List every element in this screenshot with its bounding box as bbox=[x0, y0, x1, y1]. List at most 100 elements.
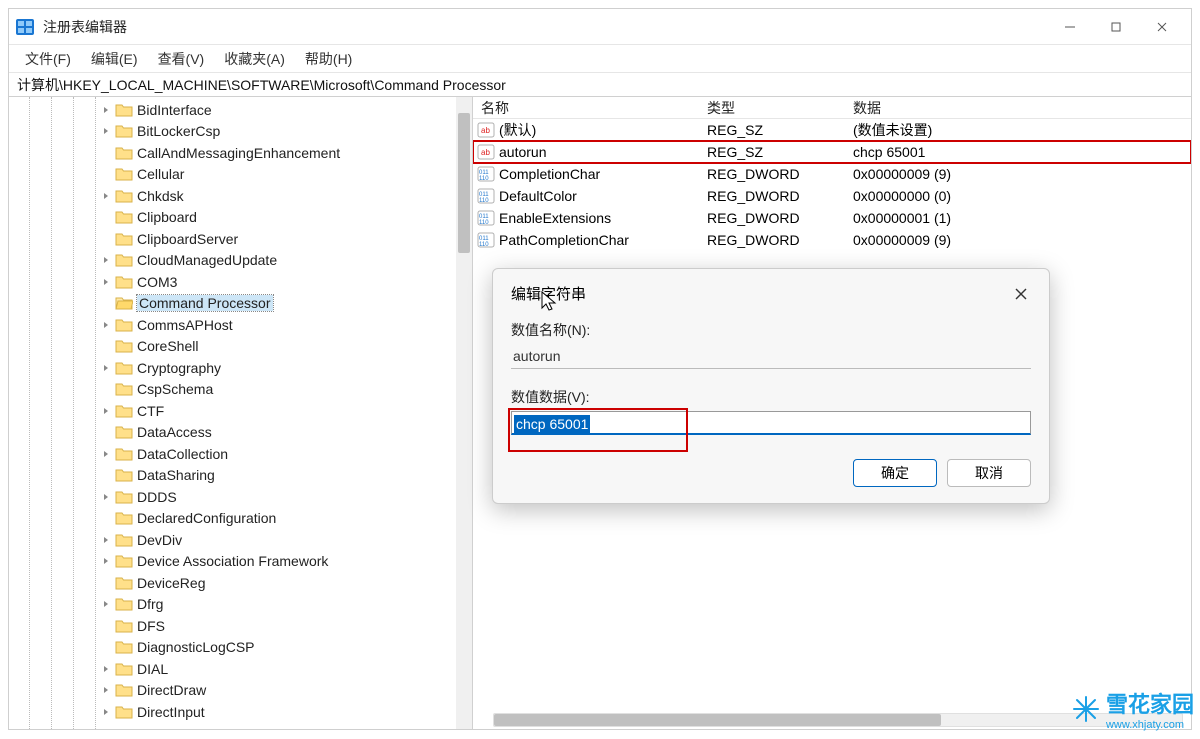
value-row[interactable]: 011110PathCompletionCharREG_DWORD0x00000… bbox=[473, 229, 1191, 251]
tree-node[interactable]: DataSharing bbox=[13, 465, 472, 487]
tree-node[interactable]: CoreShell bbox=[13, 336, 472, 358]
tree-node[interactable]: Clipboard bbox=[13, 207, 472, 229]
tree-node[interactable]: Chkdsk bbox=[13, 185, 472, 207]
value-row[interactable]: 011110DefaultColorREG_DWORD0x00000000 (0… bbox=[473, 185, 1191, 207]
value-data: chcp 65001 bbox=[845, 144, 1191, 160]
watermark-url: www.xhjaty.com bbox=[1106, 719, 1194, 731]
tree-node-label: BidInterface bbox=[137, 102, 212, 118]
folder-icon bbox=[115, 703, 133, 721]
chevron-right-icon[interactable] bbox=[99, 106, 113, 114]
folder-icon bbox=[115, 638, 133, 656]
menu-item-1[interactable]: 编辑(E) bbox=[81, 45, 148, 73]
tree-node[interactable]: DataCollection bbox=[13, 443, 472, 465]
tree-node[interactable]: Device Association Framework bbox=[13, 551, 472, 573]
tree-node[interactable]: Cellular bbox=[13, 164, 472, 186]
tree-node-label: DeclaredConfiguration bbox=[137, 510, 276, 526]
cancel-button[interactable]: 取消 bbox=[947, 459, 1031, 487]
value-name-label: 数值名称(N): bbox=[511, 320, 1031, 340]
tree-node-label: CTF bbox=[137, 403, 164, 419]
tree-node[interactable]: BidInterface bbox=[13, 99, 472, 121]
tree-node[interactable]: DirectDraw bbox=[13, 680, 472, 702]
value-row[interactable]: ab(默认)REG_SZ(数值未设置) bbox=[473, 119, 1191, 141]
chevron-right-icon[interactable] bbox=[99, 686, 113, 694]
chevron-right-icon[interactable] bbox=[99, 536, 113, 544]
watermark-name: 雪花家园 bbox=[1106, 692, 1194, 717]
chevron-right-icon[interactable] bbox=[99, 600, 113, 608]
folder-icon bbox=[115, 445, 133, 463]
chevron-right-icon[interactable] bbox=[99, 450, 113, 458]
tree-node[interactable]: CommsAPHost bbox=[13, 314, 472, 336]
tree-node[interactable]: DeviceReg bbox=[13, 572, 472, 594]
chevron-right-icon[interactable] bbox=[99, 708, 113, 716]
ok-button[interactable]: 确定 bbox=[853, 459, 937, 487]
tree-node[interactable]: CallAndMessagingEnhancement bbox=[13, 142, 472, 164]
tree-node-label: Cellular bbox=[137, 166, 184, 182]
menu-item-0[interactable]: 文件(F) bbox=[15, 45, 81, 73]
close-button[interactable] bbox=[1139, 9, 1185, 45]
col-name[interactable]: 名称 bbox=[473, 98, 699, 118]
titlebar[interactable]: 注册表编辑器 bbox=[9, 9, 1191, 45]
tree-panel[interactable]: BidInterface BitLockerCspCallAndMessaging… bbox=[9, 97, 473, 729]
tree-node[interactable]: DataAccess bbox=[13, 422, 472, 444]
value-type: REG_DWORD bbox=[699, 232, 845, 248]
folder-icon bbox=[115, 617, 133, 635]
dialog-title: 编辑字符串 bbox=[511, 283, 586, 304]
tree-node-label: DataSharing bbox=[137, 467, 215, 483]
tree-node-label: Clipboard bbox=[137, 209, 197, 225]
folder-icon bbox=[115, 101, 133, 119]
tree-node[interactable]: COM3 bbox=[13, 271, 472, 293]
value-name: CompletionChar bbox=[499, 166, 600, 182]
tree-node[interactable]: CloudManagedUpdate bbox=[13, 250, 472, 272]
value-row[interactable]: 011110EnableExtensionsREG_DWORD0x0000000… bbox=[473, 207, 1191, 229]
chevron-right-icon[interactable] bbox=[99, 557, 113, 565]
tree-node[interactable]: CspSchema bbox=[13, 379, 472, 401]
chevron-right-icon[interactable] bbox=[99, 321, 113, 329]
menu-item-2[interactable]: 查看(V) bbox=[148, 45, 215, 73]
menu-item-3[interactable]: 收藏夹(A) bbox=[214, 45, 295, 73]
tree-node[interactable]: DirectInput bbox=[13, 701, 472, 723]
maximize-button[interactable] bbox=[1093, 9, 1139, 45]
chevron-right-icon[interactable] bbox=[99, 192, 113, 200]
chevron-right-icon[interactable] bbox=[99, 256, 113, 264]
tree-node-label: DirectInput bbox=[137, 704, 205, 720]
tree-node[interactable]: DFS bbox=[13, 615, 472, 637]
folder-icon bbox=[115, 574, 133, 592]
tree-node[interactable]: DevDiv bbox=[13, 529, 472, 551]
tree-node[interactable]: CTF bbox=[13, 400, 472, 422]
list-header[interactable]: 名称 类型 数据 bbox=[473, 97, 1191, 119]
tree-node[interactable]: DDDS bbox=[13, 486, 472, 508]
menu-item-4[interactable]: 帮助(H) bbox=[295, 45, 362, 73]
tree-node[interactable]: ClipboardServer bbox=[13, 228, 472, 250]
chevron-right-icon[interactable] bbox=[99, 364, 113, 372]
col-type[interactable]: 类型 bbox=[699, 98, 845, 118]
app-icon bbox=[15, 17, 35, 37]
chevron-right-icon[interactable] bbox=[99, 278, 113, 286]
svg-text:110: 110 bbox=[479, 220, 489, 226]
chevron-right-icon[interactable] bbox=[99, 127, 113, 135]
col-data[interactable]: 数据 bbox=[845, 98, 1191, 118]
tree-scrollbar[interactable] bbox=[456, 97, 472, 729]
value-row[interactable]: abautorunREG_SZchcp 65001 bbox=[473, 141, 1191, 163]
value-type: REG_DWORD bbox=[699, 188, 845, 204]
address-bar[interactable]: 计算机\HKEY_LOCAL_MACHINE\SOFTWARE\Microsof… bbox=[9, 73, 1191, 97]
value-row[interactable]: 011110CompletionCharREG_DWORD0x00000009 … bbox=[473, 163, 1191, 185]
tree-node[interactable]: BitLockerCsp bbox=[13, 121, 472, 143]
tree-node[interactable]: DiagnosticLogCSP bbox=[13, 637, 472, 659]
tree-node-label: DevDiv bbox=[137, 532, 182, 548]
tree-node[interactable]: Command Processor bbox=[13, 293, 472, 315]
chevron-right-icon[interactable] bbox=[99, 493, 113, 501]
tree-node[interactable]: DeclaredConfiguration bbox=[13, 508, 472, 530]
minimize-button[interactable] bbox=[1047, 9, 1093, 45]
value-name: (默认) bbox=[499, 120, 536, 140]
chevron-right-icon[interactable] bbox=[99, 665, 113, 673]
chevron-right-icon[interactable] bbox=[99, 407, 113, 415]
tree-node[interactable]: DIAL bbox=[13, 658, 472, 680]
folder-icon bbox=[115, 552, 133, 570]
dialog-close-button[interactable] bbox=[1011, 284, 1031, 304]
folder-icon bbox=[115, 230, 133, 248]
tree-node[interactable]: Dfrg bbox=[13, 594, 472, 616]
folder-icon bbox=[115, 509, 133, 527]
value-data-field[interactable]: chcp 65001 bbox=[511, 411, 1031, 435]
folder-icon bbox=[115, 122, 133, 140]
tree-node[interactable]: Cryptography bbox=[13, 357, 472, 379]
